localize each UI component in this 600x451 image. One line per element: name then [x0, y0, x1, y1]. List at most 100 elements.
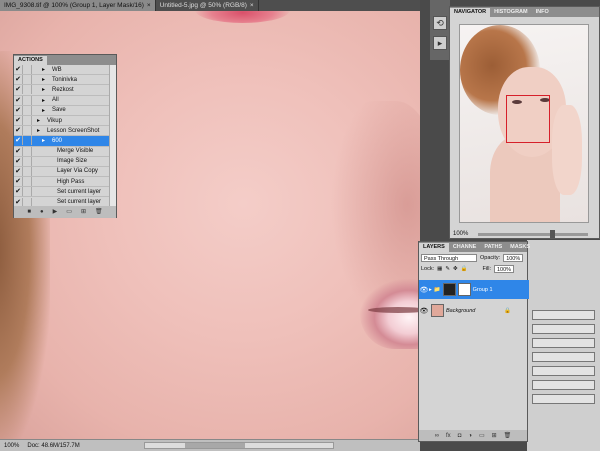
action-toggle-checkbox[interactable]: ✔	[14, 85, 23, 95]
action-toggle-checkbox[interactable]: ✔	[14, 105, 23, 115]
action-item[interactable]: ✔ ▸ All	[14, 95, 116, 106]
action-toggle-checkbox[interactable]: ✔	[14, 166, 23, 176]
action-toggle-checkbox[interactable]: ✔	[14, 65, 23, 75]
action-toggle-checkbox[interactable]: ✔	[14, 156, 23, 166]
visibility-eye-icon[interactable]: 👁	[419, 286, 429, 294]
close-icon[interactable]: ×	[250, 2, 254, 9]
record-icon[interactable]: ●	[40, 209, 44, 215]
stop-icon[interactable]: ■	[27, 209, 31, 215]
opacity-field[interactable]: 100%	[503, 253, 524, 262]
new-group-icon[interactable]: ▭	[479, 432, 485, 439]
tab-navigator[interactable]: NAVIGATOR	[450, 8, 491, 17]
adjustment-row[interactable]	[532, 394, 595, 404]
action-item[interactable]: ✔ Set current layer	[14, 187, 116, 198]
expand-arrow-icon[interactable]: ▸	[42, 66, 49, 73]
expand-arrow-icon[interactable]: ▸	[42, 86, 49, 93]
fill-field[interactable]: 100%	[494, 264, 515, 273]
adjustment-row[interactable]	[532, 366, 595, 376]
layer-row-background[interactable]: 👁 Background 🔒	[419, 302, 529, 319]
close-icon[interactable]: ×	[147, 2, 151, 9]
dialog-toggle-box[interactable]	[23, 116, 32, 126]
tab-actions[interactable]: ACTIONS	[14, 56, 47, 65]
blend-mode-select[interactable]: Pass Through	[421, 253, 477, 262]
dialog-toggle-box[interactable]	[23, 105, 32, 115]
action-item[interactable]: ✔ ▸ Save	[14, 105, 116, 116]
status-doc-size[interactable]: Doc: 48.6M/157.7M	[23, 443, 83, 449]
action-item[interactable]: ✔ Layer Via Copy	[14, 166, 116, 178]
dialog-toggle-box[interactable]	[23, 126, 32, 136]
expand-arrow-icon[interactable]: ▸	[42, 137, 49, 144]
expand-arrow-icon[interactable]: ▸	[42, 107, 49, 114]
tab-paths[interactable]: PATHS	[480, 243, 506, 252]
action-toggle-checkbox[interactable]: ✔	[14, 146, 23, 156]
action-toggle-checkbox[interactable]: ✔	[14, 95, 23, 105]
dialog-toggle-box[interactable]	[23, 177, 32, 187]
dialog-toggle-box[interactable]	[23, 75, 32, 85]
action-toggle-checkbox[interactable]: ✔	[14, 116, 23, 126]
horizontal-scrollbar[interactable]	[143, 442, 334, 449]
action-item[interactable]: ✔ ▸ Toninivka	[14, 75, 116, 86]
action-toggle-checkbox[interactable]: ✔	[14, 136, 23, 146]
layer-style-icon[interactable]: fx	[446, 433, 451, 439]
expand-arrow-icon[interactable]: ▸	[429, 287, 432, 293]
adjustment-row[interactable]	[532, 324, 595, 334]
action-toggle-checkbox[interactable]: ✔	[14, 75, 23, 85]
lock-transparency-icon[interactable]: ▦	[437, 266, 442, 272]
new-set-icon[interactable]: ▭	[66, 208, 72, 215]
tab-layers[interactable]: LAYERS	[419, 243, 449, 252]
adjustment-row[interactable]	[532, 352, 595, 362]
action-item[interactable]: ✔ ▸ Vikup	[14, 116, 116, 127]
actions-scrollbar[interactable]	[109, 65, 116, 207]
dialog-toggle-box[interactable]	[23, 156, 32, 166]
layer-name[interactable]: Group 1	[473, 287, 493, 293]
action-item[interactable]: ✔ ▸ Lesson ScreenShot	[14, 126, 116, 137]
action-item[interactable]: ✔ ▸ WB	[14, 65, 116, 76]
adjustment-row[interactable]	[532, 338, 595, 348]
new-action-icon[interactable]: ⊞	[81, 208, 86, 215]
doc-tab-untitled5[interactable]: Untitled-5.jpg @ 50% (RGB/8) ×	[156, 0, 259, 11]
tab-masks[interactable]: MASKS	[506, 243, 534, 252]
action-item[interactable]: ✔ High Pass	[14, 177, 116, 188]
adjustment-row[interactable]	[532, 380, 595, 390]
navigator-preview[interactable]	[459, 24, 589, 223]
new-layer-icon[interactable]: ⊞	[492, 432, 497, 439]
action-toggle-checkbox[interactable]: ✔	[14, 187, 23, 197]
delete-layer-icon[interactable]: 🗑	[504, 432, 512, 439]
expand-arrow-icon[interactable]: ▸	[37, 117, 44, 124]
expand-arrow-icon[interactable]: ▸	[37, 127, 44, 134]
action-item[interactable]: ✔ ▸ 600	[14, 136, 116, 147]
dialog-toggle-box[interactable]	[23, 95, 32, 105]
lock-position-icon[interactable]: ✥	[453, 266, 458, 272]
action-toggle-checkbox[interactable]: ✔	[14, 177, 23, 187]
adjustment-row[interactable]	[532, 310, 595, 320]
dialog-toggle-box[interactable]	[23, 65, 32, 75]
mask-thumbnail[interactable]	[457, 283, 471, 296]
action-item[interactable]: ✔ Image Size	[14, 156, 116, 167]
dialog-toggle-box[interactable]	[23, 187, 32, 197]
navigator-zoom-slider[interactable]	[478, 233, 588, 236]
dialog-toggle-box[interactable]	[23, 85, 32, 95]
lock-pixels-icon[interactable]: ✎	[445, 266, 450, 272]
delete-icon[interactable]: 🗑	[95, 208, 103, 215]
actions-icon[interactable]: ▸	[433, 36, 447, 50]
dialog-toggle-box[interactable]	[23, 136, 32, 146]
tab-histogram[interactable]: HISTOGRAM	[490, 8, 532, 17]
action-toggle-checkbox[interactable]: ✔	[14, 126, 23, 136]
action-item[interactable]: ✔ ▸ Rezkost	[14, 85, 116, 96]
status-zoom[interactable]: 100%	[0, 443, 23, 449]
add-mask-icon[interactable]: ◘	[458, 433, 462, 439]
navigator-zoom-value[interactable]: 100%	[453, 231, 468, 237]
navigator-zoom-knob[interactable]	[550, 230, 555, 238]
doc-tab-img9308[interactable]: IMG_9308.tif @ 100% (Group 1, Layer Mask…	[0, 0, 156, 11]
tab-channels[interactable]: CHANNE	[449, 243, 481, 252]
history-icon[interactable]: ⟲	[433, 16, 447, 30]
expand-arrow-icon[interactable]: ▸	[42, 97, 49, 104]
expand-arrow-icon[interactable]: ▸	[42, 76, 49, 83]
dialog-toggle-box[interactable]	[23, 166, 32, 176]
action-item[interactable]: ✔ Merge Visible	[14, 146, 116, 157]
layer-row-group1[interactable]: 👁 ▸ 📁 Group 1	[419, 280, 529, 299]
play-icon[interactable]: ▶	[53, 208, 58, 215]
lock-all-icon[interactable]: 🔒	[461, 266, 468, 272]
visibility-eye-icon[interactable]: 👁	[419, 307, 429, 315]
tab-info[interactable]: INFO	[532, 8, 553, 17]
